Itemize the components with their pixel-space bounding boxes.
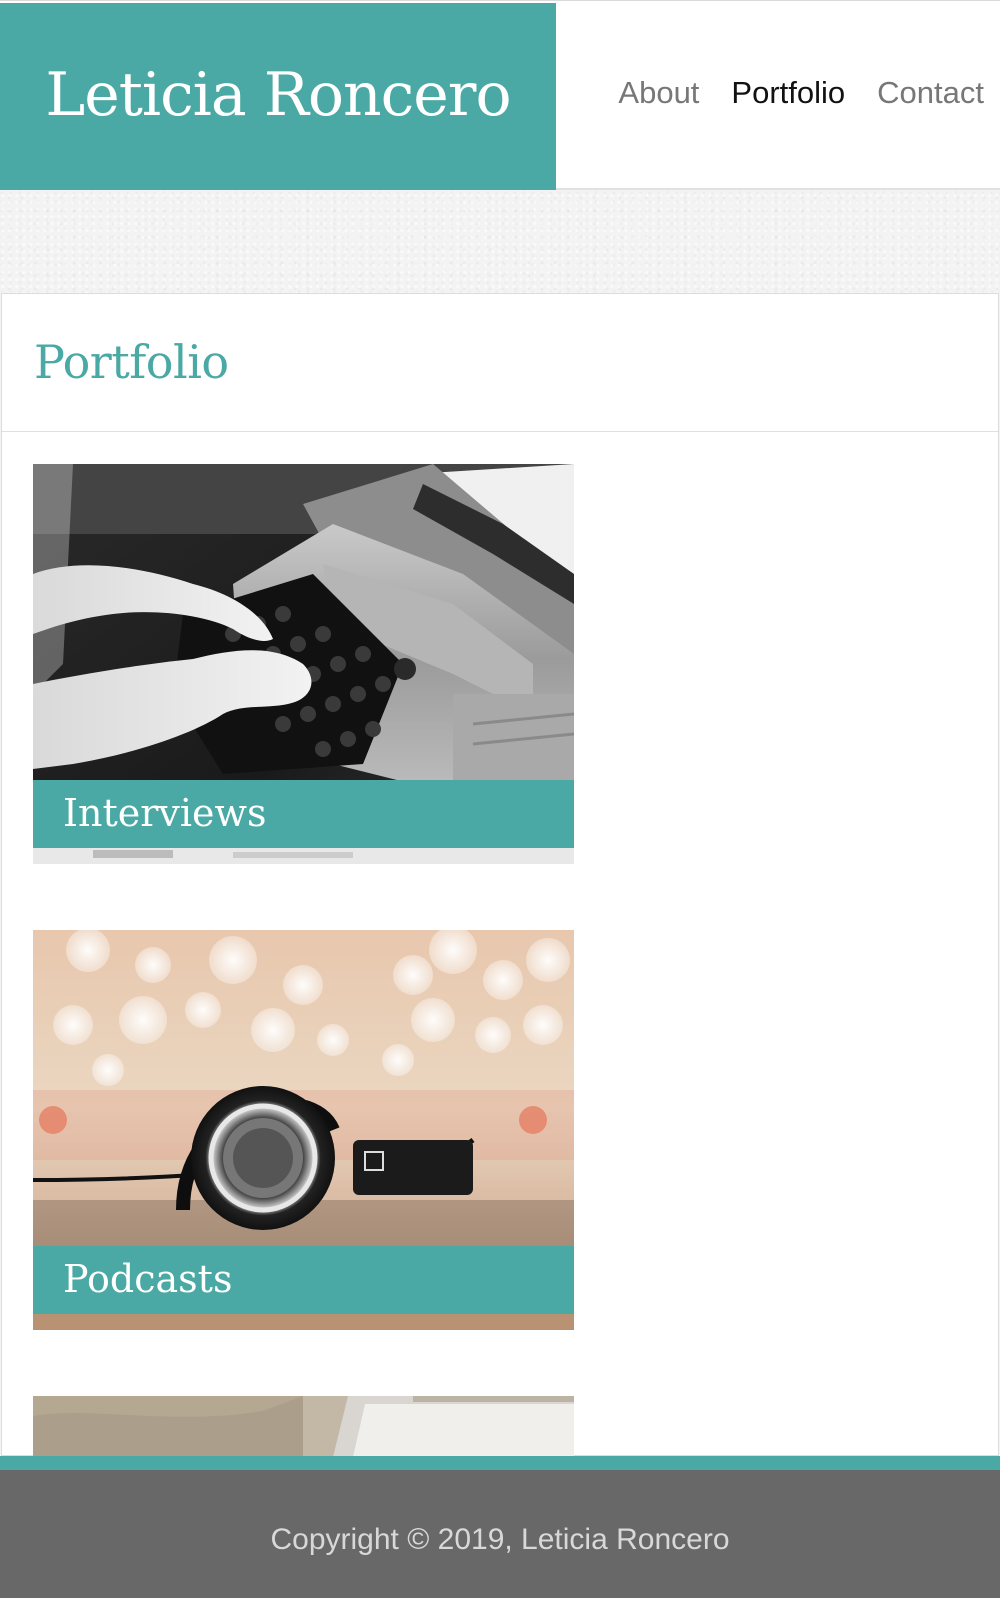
site-header: Leticia Roncero About Portfolio Contact	[0, 0, 1000, 191]
tile-caption: Interviews	[33, 780, 574, 848]
tile-caption: Podcasts	[33, 1246, 574, 1314]
copyright-text: Copyright © 2019, Leticia Roncero	[270, 1523, 730, 1556]
decorative-texture-band	[0, 190, 1000, 293]
nav-portfolio[interactable]: Portfolio	[731, 75, 845, 111]
page-title: Portfolio	[34, 334, 229, 389]
laptop-photo	[33, 1396, 574, 1457]
nav-contact[interactable]: Contact	[877, 75, 984, 111]
site-logo-link[interactable]: Leticia Roncero	[0, 3, 556, 191]
nav-about[interactable]: About	[618, 75, 699, 111]
main-content: Portfolio Interviews Podcasts	[1, 293, 999, 1457]
portfolio-tile-podcasts[interactable]: Podcasts	[33, 930, 574, 1330]
tile-label-interviews: Interviews	[63, 791, 267, 835]
portfolio-tile-interviews[interactable]: Interviews	[33, 464, 574, 864]
page-header: Portfolio	[2, 294, 998, 432]
portfolio-tile-third[interactable]	[33, 1396, 574, 1457]
main-nav: About Portfolio Contact	[556, 1, 1000, 189]
site-footer: Copyright © 2019, Leticia Roncero	[0, 1470, 1000, 1598]
footer-accent-line	[0, 1456, 1000, 1470]
site-title: Leticia Roncero	[45, 60, 511, 130]
tile-label-podcasts: Podcasts	[63, 1257, 233, 1301]
